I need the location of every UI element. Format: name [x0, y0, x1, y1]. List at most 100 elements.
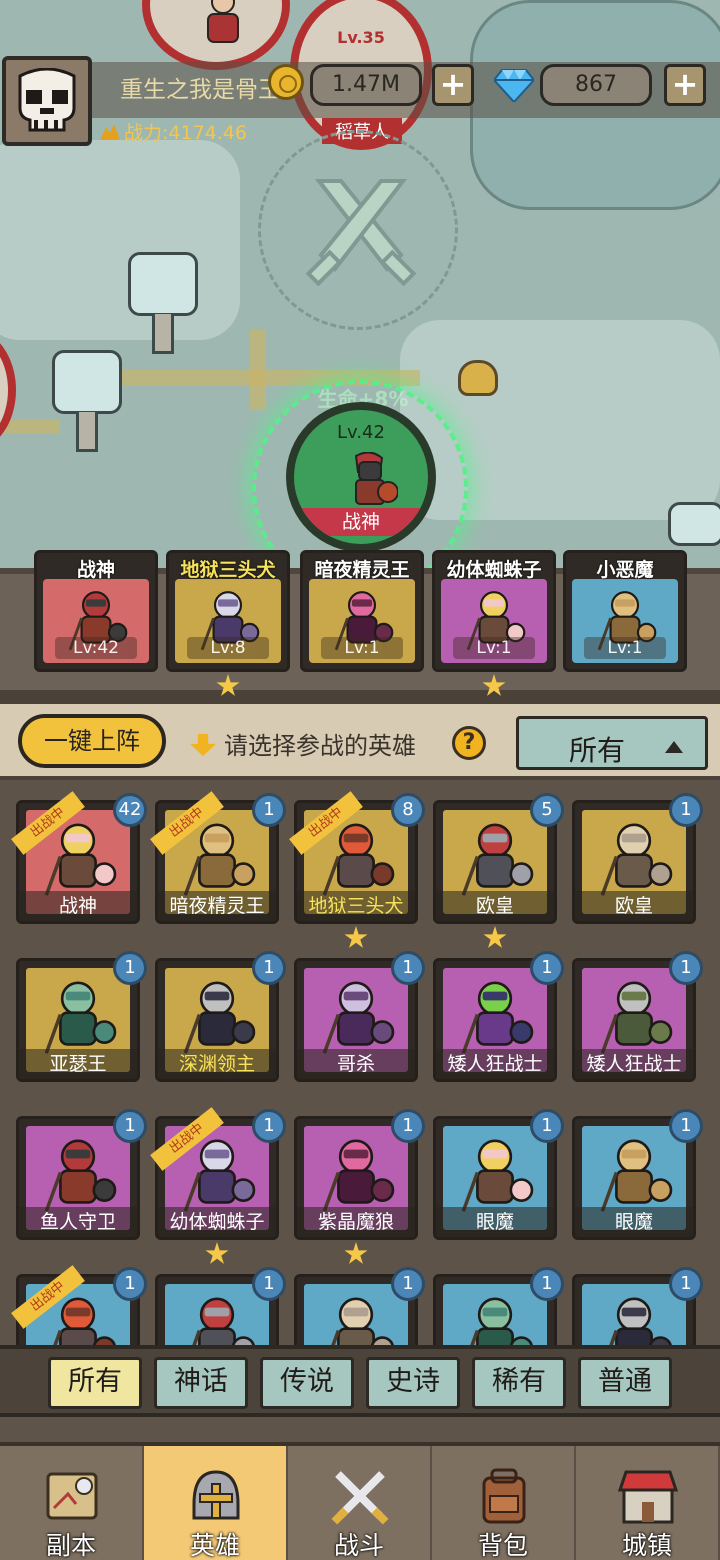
- deploy-all-button[interactable]: 一键上阵: [18, 714, 166, 768]
- player-name: 重生之我是骨王: [120, 77, 281, 103]
- hero-count-badge: 1: [252, 951, 286, 985]
- hero-card[interactable]: 亚瑟王 1: [16, 951, 147, 1082]
- hero-name: 战神: [19, 891, 137, 921]
- hero-card[interactable]: 欧皇 1: [572, 793, 703, 924]
- star-icon: [205, 1242, 229, 1264]
- hero-card[interactable]: 紫晶魔狼 1: [294, 1109, 425, 1240]
- crossed-swords-icon: [331, 1471, 389, 1525]
- team-slot-portrait: Lv:42: [43, 579, 149, 663]
- hero-control-bar: 一键上阵 请选择参战的英雄 ? 所有: [0, 700, 720, 780]
- nav-tab[interactable]: 背包: [432, 1446, 576, 1560]
- star-icon: [344, 1242, 368, 1264]
- hero-count-badge: 1: [669, 1267, 703, 1301]
- hero-card[interactable]: 战神 42 出战中: [11, 791, 147, 924]
- hero-count-badge: 1: [113, 1267, 147, 1301]
- hero-portrait: [582, 1284, 686, 1345]
- add-gems-button[interactable]: +: [664, 64, 706, 106]
- hero-count-badge: 1: [669, 951, 703, 985]
- helmet-icon: [192, 1470, 240, 1520]
- current-hero-node[interactable]: Lv.42 战神: [286, 402, 436, 552]
- shop-icon: [617, 1470, 679, 1524]
- hero-card[interactable]: 1 出战中: [11, 1265, 147, 1345]
- player-avatar[interactable]: [2, 56, 92, 146]
- nav-tab-label: 城镇: [621, 1531, 672, 1560]
- hero-name: 亚瑟王: [19, 1049, 137, 1079]
- chevron-up-icon: [665, 741, 683, 753]
- hero-card[interactable]: 矮人狂战士 1: [433, 951, 564, 1082]
- hero-card[interactable]: 矮人狂战士 1: [572, 951, 703, 1082]
- hero-count-badge: 1: [252, 1267, 286, 1301]
- snowy-tree: [128, 252, 198, 354]
- nav-tab[interactable]: 战斗: [288, 1446, 432, 1560]
- hero-card[interactable]: 地狱三头犬 8 出战中: [289, 791, 425, 924]
- hero-count-badge: 8: [391, 793, 425, 827]
- hero-card[interactable]: 幼体蜘蛛子 1 出战中: [150, 1107, 286, 1240]
- hero-card[interactable]: 哥杀 1: [294, 951, 425, 1082]
- hero-count-badge: 1: [113, 1109, 147, 1143]
- hero-name: 幼体蜘蛛子: [158, 1207, 276, 1237]
- hero-card[interactable]: 1: [572, 1267, 703, 1345]
- hero-name: 欧皇: [575, 891, 693, 921]
- hero-name: 眼魔: [575, 1207, 693, 1237]
- hero-card[interactable]: 眼魔 1: [433, 1109, 564, 1240]
- help-button[interactable]: ?: [452, 726, 486, 760]
- hero-name: 深渊领主: [158, 1049, 276, 1079]
- rarity-tab[interactable]: 史诗: [366, 1357, 460, 1409]
- rarity-tab[interactable]: 稀有: [472, 1357, 566, 1409]
- team-slot[interactable]: Lv:1 暗夜精灵王: [300, 550, 424, 672]
- hero-count-badge: 1: [252, 1109, 286, 1143]
- select-hero-hint: 请选择参战的英雄: [224, 732, 416, 760]
- team-slot-level: Lv:8: [187, 637, 269, 659]
- hero-count-badge: 1: [391, 951, 425, 985]
- rarity-tab[interactable]: 普通: [578, 1357, 672, 1409]
- nav-tab[interactable]: 城镇: [576, 1446, 720, 1560]
- nav-tab[interactable]: 副本: [0, 1446, 144, 1560]
- rarity-tab[interactable]: 传说: [260, 1357, 354, 1409]
- team-slot-portrait: Lv:1: [309, 579, 415, 663]
- battle-crossroads[interactable]: [258, 130, 458, 330]
- team-slot-name: 幼体蜘蛛子: [446, 559, 542, 581]
- team-slot-portrait: Lv:1: [572, 579, 678, 663]
- rarity-tab[interactable]: 神话: [154, 1357, 248, 1409]
- hero-count-badge: 1: [391, 1267, 425, 1301]
- hero-filter-dropdown[interactable]: 所有: [516, 716, 708, 770]
- add-gold-button[interactable]: +: [432, 64, 474, 106]
- hero-count-badge: 1: [391, 1109, 425, 1143]
- team-slot[interactable]: Lv:1 幼体蜘蛛子: [432, 550, 556, 672]
- team-slot[interactable]: Lv:42 战神: [34, 550, 158, 672]
- current-hero-name: 战神: [294, 508, 428, 536]
- combat-power: 战力:4174.46: [100, 118, 247, 145]
- team-slot-level: Lv:1: [321, 637, 403, 659]
- hero-count-badge: 1: [530, 1109, 564, 1143]
- team-slot-level: Lv:42: [55, 637, 137, 659]
- player-header: 重生之我是骨王 战力:4174.46 1.47M + 867 +: [0, 56, 720, 146]
- hero-count-badge: 1: [530, 1267, 564, 1301]
- map-icon: [46, 1472, 98, 1520]
- hero-name: 眼魔: [436, 1207, 554, 1237]
- team-slot[interactable]: Lv:1 小恶魔: [563, 550, 687, 672]
- diamond-icon: [494, 69, 534, 102]
- hero-name: 矮人狂战士: [436, 1049, 554, 1079]
- flame-icon: [100, 124, 120, 140]
- rarity-tab[interactable]: 所有: [48, 1357, 142, 1409]
- team-slot[interactable]: Lv:8 地狱三头犬: [166, 550, 290, 672]
- combat-power-value: 战力:4174.46: [124, 122, 247, 144]
- hero-card[interactable]: 1: [294, 1267, 425, 1345]
- hero-card[interactable]: 1: [155, 1267, 286, 1345]
- hero-name: 紫晶魔狼: [297, 1207, 415, 1237]
- hero-card[interactable]: 深渊领主 1: [155, 951, 286, 1082]
- hero-roster-grid[interactable]: 战神 42 出战中 暗夜精灵王 1 出战中 地狱三头犬 8 出战中 欧皇 5 欧…: [0, 780, 720, 1345]
- hero-card[interactable]: 欧皇 5: [433, 793, 564, 924]
- rarity-filter-tabs: 所有 神话 传说 史诗 稀有 普通: [0, 1345, 720, 1417]
- hero-card[interactable]: 1: [433, 1267, 564, 1345]
- hero-count-badge: 1: [113, 951, 147, 985]
- nav-tab[interactable]: 英雄: [144, 1446, 288, 1560]
- filter-selected-value: 所有: [569, 734, 626, 767]
- hero-card[interactable]: 鱼人守卫 1: [16, 1109, 147, 1240]
- spartan-warrior-icon: [354, 452, 398, 505]
- nav-tab-label: 英雄: [189, 1531, 240, 1560]
- hero-name: 欧皇: [436, 891, 554, 921]
- hero-card[interactable]: 眼魔 1: [572, 1109, 703, 1240]
- team-slot-name: 小恶魔: [596, 559, 654, 581]
- hero-card[interactable]: 暗夜精灵王 1 出战中: [150, 791, 286, 924]
